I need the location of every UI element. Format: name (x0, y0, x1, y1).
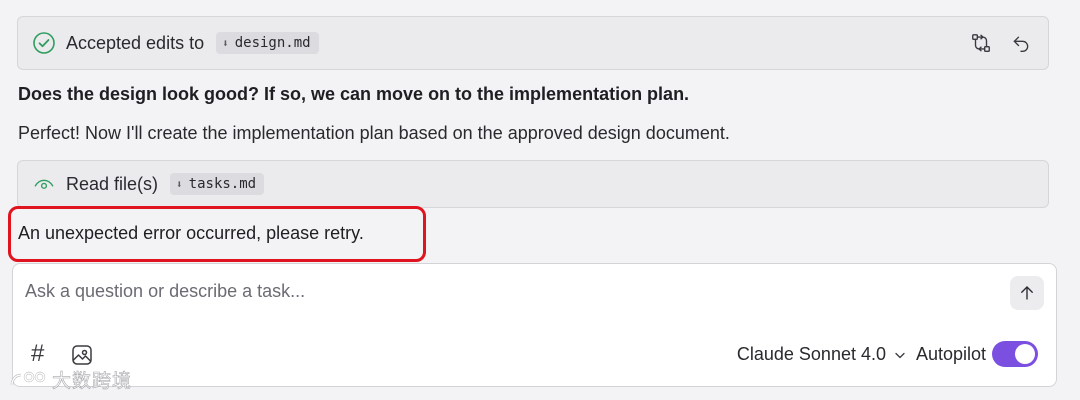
error-message: An unexpected error occurred, please ret… (18, 223, 364, 243)
check-circle-icon (32, 31, 56, 55)
watermark-logo-icon (10, 371, 46, 385)
hash-icon[interactable]: # (31, 340, 44, 368)
chat-input[interactable] (25, 278, 985, 304)
chat-composer: # Claude Sonnet 4.0 Autopilot (12, 263, 1057, 387)
autopilot-label: Autopilot (915, 343, 986, 364)
compare-diff-icon[interactable] (968, 30, 994, 56)
image-icon[interactable] (69, 342, 95, 368)
file-chip-tasks[interactable]: ⬇ tasks.md (170, 173, 265, 195)
autopilot-toggle[interactable] (992, 341, 1038, 367)
assistant-reply: Perfect! Now I'll create the implementat… (18, 123, 730, 143)
read-files-card: Read file(s) ⬇ tasks.md (17, 160, 1049, 208)
undo-icon[interactable] (1008, 30, 1034, 56)
user-question: Does the design look good? If so, we can… (18, 84, 690, 104)
file-chip-name: design.md (234, 35, 311, 51)
send-arrow-icon (1021, 286, 1033, 300)
chat-panel: Accepted edits to ⬇ design.md Does the d… (0, 0, 1080, 400)
autopilot-control: Autopilot (916, 341, 1038, 367)
model-name: Claude Sonnet 4.0 (736, 344, 886, 364)
file-chip-name: tasks.md (188, 176, 257, 192)
eye-icon (32, 172, 56, 196)
model-selector[interactable]: Claude Sonnet 4.0 (737, 344, 906, 365)
accepted-edits-label: Accepted edits to (66, 32, 205, 53)
send-button[interactable] (1010, 276, 1044, 310)
read-files-label: Read file(s) (66, 173, 159, 194)
file-arrow-icon: ⬇ (176, 177, 183, 191)
toggle-knob (1015, 344, 1035, 364)
file-chip-design[interactable]: ⬇ design.md (216, 32, 319, 54)
watermark: 大数跨境 (8, 366, 132, 393)
card-actions (968, 30, 1034, 56)
chevron-down-icon (895, 352, 905, 358)
accepted-edits-card: Accepted edits to ⬇ design.md (17, 16, 1049, 70)
watermark-text: 大数跨境 (52, 370, 133, 393)
file-arrow-icon: ⬇ (222, 36, 229, 50)
